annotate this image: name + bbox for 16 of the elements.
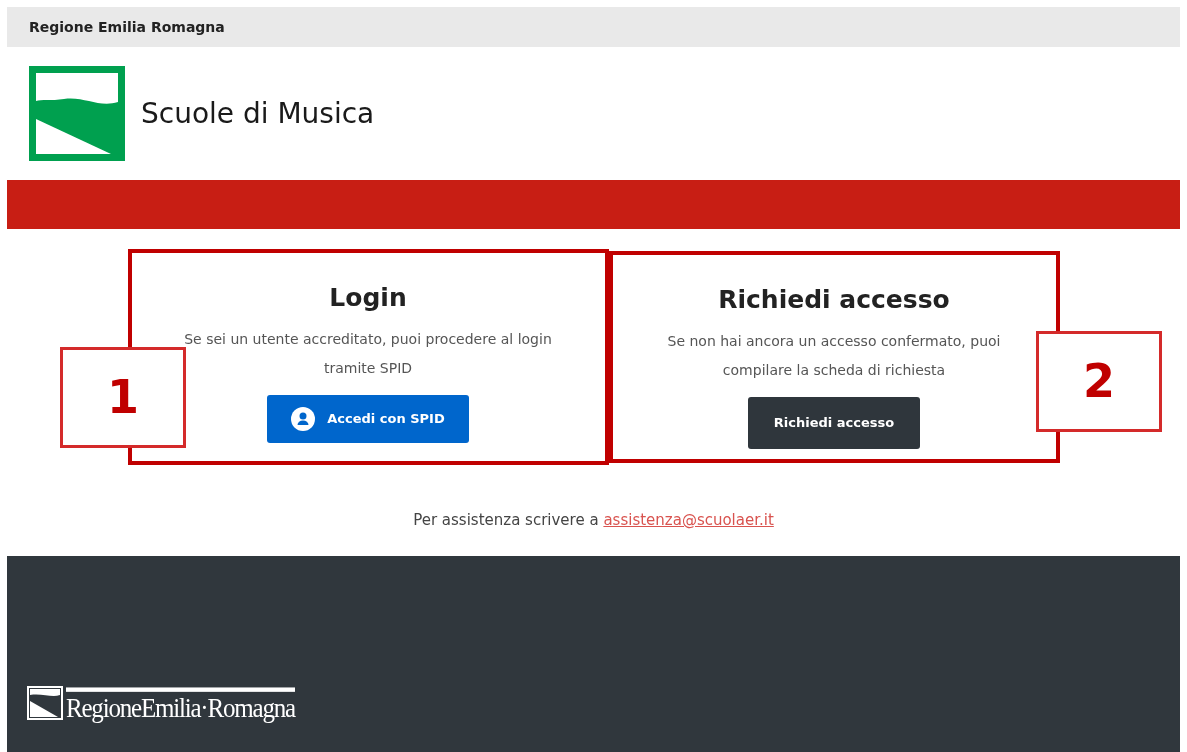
spid-button[interactable]: Accedi con SPID	[267, 395, 469, 443]
card-title: Login	[328, 283, 408, 313]
footer-logo-text: RegioneEmilia·Romagna	[66, 686, 295, 722]
app-title: Scuole di Musica	[141, 96, 375, 131]
logo-icon	[29, 66, 125, 161]
card-description: Se sei un utente accreditato, puoi procedere al login tramite SPID	[183, 330, 553, 378]
logo-icon	[27, 685, 63, 720]
email-link[interactable]: assistenza@scuolaer.it	[603, 511, 774, 529]
site-title: Regione Emilia Romagna	[29, 17, 225, 37]
card-description: Se non hai ancora un accesso confermato, puoi compilare la scheda di richiesta	[666, 332, 1002, 380]
request-button[interactable]: Richiedi accesso	[747, 397, 921, 449]
callout-label: 1	[60, 347, 186, 448]
callout-label: 2	[1036, 331, 1162, 432]
card-title: Richiedi accesso	[717, 285, 951, 315]
user-icon	[291, 407, 316, 431]
assistance-text: Per assistenza scrivere a	[413, 511, 600, 529]
